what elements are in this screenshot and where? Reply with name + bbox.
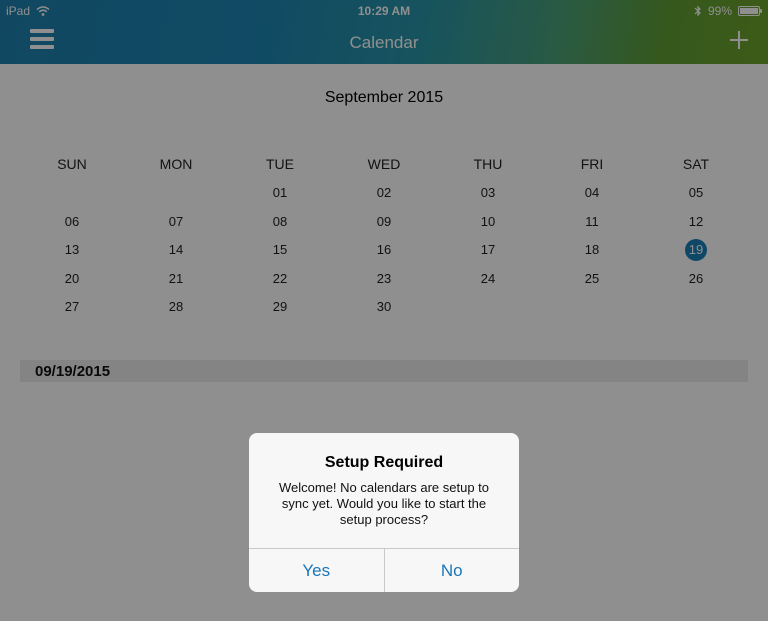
calendar-screen: iPad 10:29 AM 99% Calendar September 201… — [0, 0, 768, 621]
alert-title: Setup Required — [324, 454, 444, 471]
yes-button[interactable]: Yes — [249, 549, 385, 592]
alert-button-row: Yes No — [249, 548, 519, 592]
alert-message: Welcome! No calendars are setup to sync … — [278, 480, 490, 527]
setup-alert-dialog: Setup Required Welcome! No calendars are… — [249, 433, 519, 592]
no-button[interactable]: No — [385, 549, 520, 592]
